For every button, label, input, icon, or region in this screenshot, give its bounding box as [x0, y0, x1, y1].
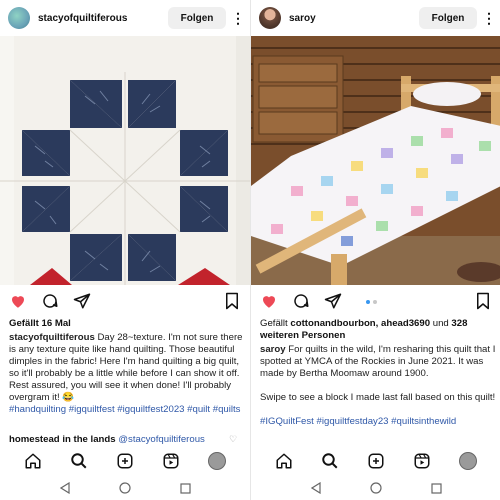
bottom-nav: [251, 446, 500, 476]
follow-button[interactable]: Folgen: [419, 7, 477, 29]
back-icon[interactable]: [59, 482, 71, 494]
profile-avatar[interactable]: [457, 450, 479, 472]
post-right: saroy Folgen ⋮ Gefällt cottonandbourbon,…: [250, 0, 500, 500]
likes-prefix: Gefällt: [260, 318, 291, 329]
comment-icon[interactable]: [40, 291, 60, 311]
hashtags[interactable]: #handquilting #igquiltfest #igquiltfest2…: [9, 404, 240, 415]
comment-mention[interactable]: @stacyofquiltiferous: [118, 434, 205, 445]
reels-icon[interactable]: [160, 450, 182, 472]
comment-username[interactable]: homestead in the lands: [9, 434, 116, 445]
post-image[interactable]: [0, 36, 250, 285]
bottom-nav: [0, 446, 250, 476]
post-header: saroy Folgen ⋮: [251, 0, 500, 36]
username[interactable]: stacyofquiltiferous: [38, 13, 168, 24]
comment-icon[interactable]: [291, 291, 311, 311]
home-circle-icon[interactable]: [370, 482, 382, 494]
profile-avatar[interactable]: [206, 450, 228, 472]
post-image[interactable]: [251, 36, 500, 285]
heart-icon[interactable]: [259, 291, 279, 311]
reels-icon[interactable]: [411, 450, 433, 472]
avatar[interactable]: [8, 7, 30, 29]
back-icon[interactable]: [310, 482, 322, 494]
more-options-icon[interactable]: ⋮: [231, 7, 245, 29]
caption-text-2: Swipe to see a block I made last fall ba…: [260, 392, 496, 403]
home-icon[interactable]: [22, 450, 44, 472]
share-icon[interactable]: [72, 291, 92, 311]
share-icon[interactable]: [323, 291, 343, 311]
bookmark-icon[interactable]: [222, 291, 242, 311]
likes-count[interactable]: Gefällt 16 Mal: [9, 318, 245, 330]
comment-preview: homestead in the lands @stacyofquiltifer…: [9, 434, 245, 446]
home-circle-icon[interactable]: [119, 482, 131, 494]
username[interactable]: saroy: [289, 13, 419, 24]
quilt-bed-image: [251, 36, 500, 285]
carousel-dot-active: [366, 300, 370, 304]
comment-like-icon[interactable]: ♡: [229, 434, 237, 445]
caption-username[interactable]: saroy: [260, 344, 286, 355]
caption: saroy For quilts in the wild, I'm reshar…: [260, 344, 496, 428]
carousel-dot: [373, 300, 377, 304]
caption: stacyofquiltiferous Day 28~texture. I'm …: [9, 332, 245, 416]
create-icon[interactable]: [114, 450, 136, 472]
bookmark-icon[interactable]: [473, 291, 493, 311]
post-header: stacyofquiltiferous Folgen ⋮: [0, 0, 250, 36]
follow-button[interactable]: Folgen: [168, 7, 226, 29]
post-actions: [0, 289, 250, 313]
caption-username[interactable]: stacyofquiltiferous: [9, 332, 95, 343]
avatar[interactable]: [259, 7, 281, 29]
home-icon[interactable]: [273, 450, 295, 472]
likes-names[interactable]: cottonandbourbon, ahead3690: [290, 318, 430, 329]
caption-text: For quilts in the wild, I'm resharing th…: [260, 344, 496, 379]
quilt-star-image: [0, 36, 250, 285]
post-left: stacyofquiltiferous Folgen ⋮ Gefällt 16 …: [0, 0, 250, 500]
search-icon[interactable]: [68, 450, 90, 472]
recents-icon[interactable]: [179, 482, 191, 494]
post-actions: [251, 289, 500, 313]
likes-mid: und: [430, 318, 452, 329]
create-icon[interactable]: [365, 450, 387, 472]
heart-icon[interactable]: [8, 291, 28, 311]
system-nav: [0, 476, 250, 500]
more-options-icon[interactable]: ⋮: [482, 7, 496, 29]
system-nav: [251, 476, 500, 500]
search-icon[interactable]: [319, 450, 341, 472]
recents-icon[interactable]: [430, 482, 442, 494]
hashtags[interactable]: #IGQuiltFest #igquiltfestday23 #quiltsin…: [260, 416, 456, 427]
likes-count[interactable]: Gefällt cottonandbourbon, ahead3690 und …: [260, 318, 496, 342]
carousel-indicator: [366, 300, 377, 304]
